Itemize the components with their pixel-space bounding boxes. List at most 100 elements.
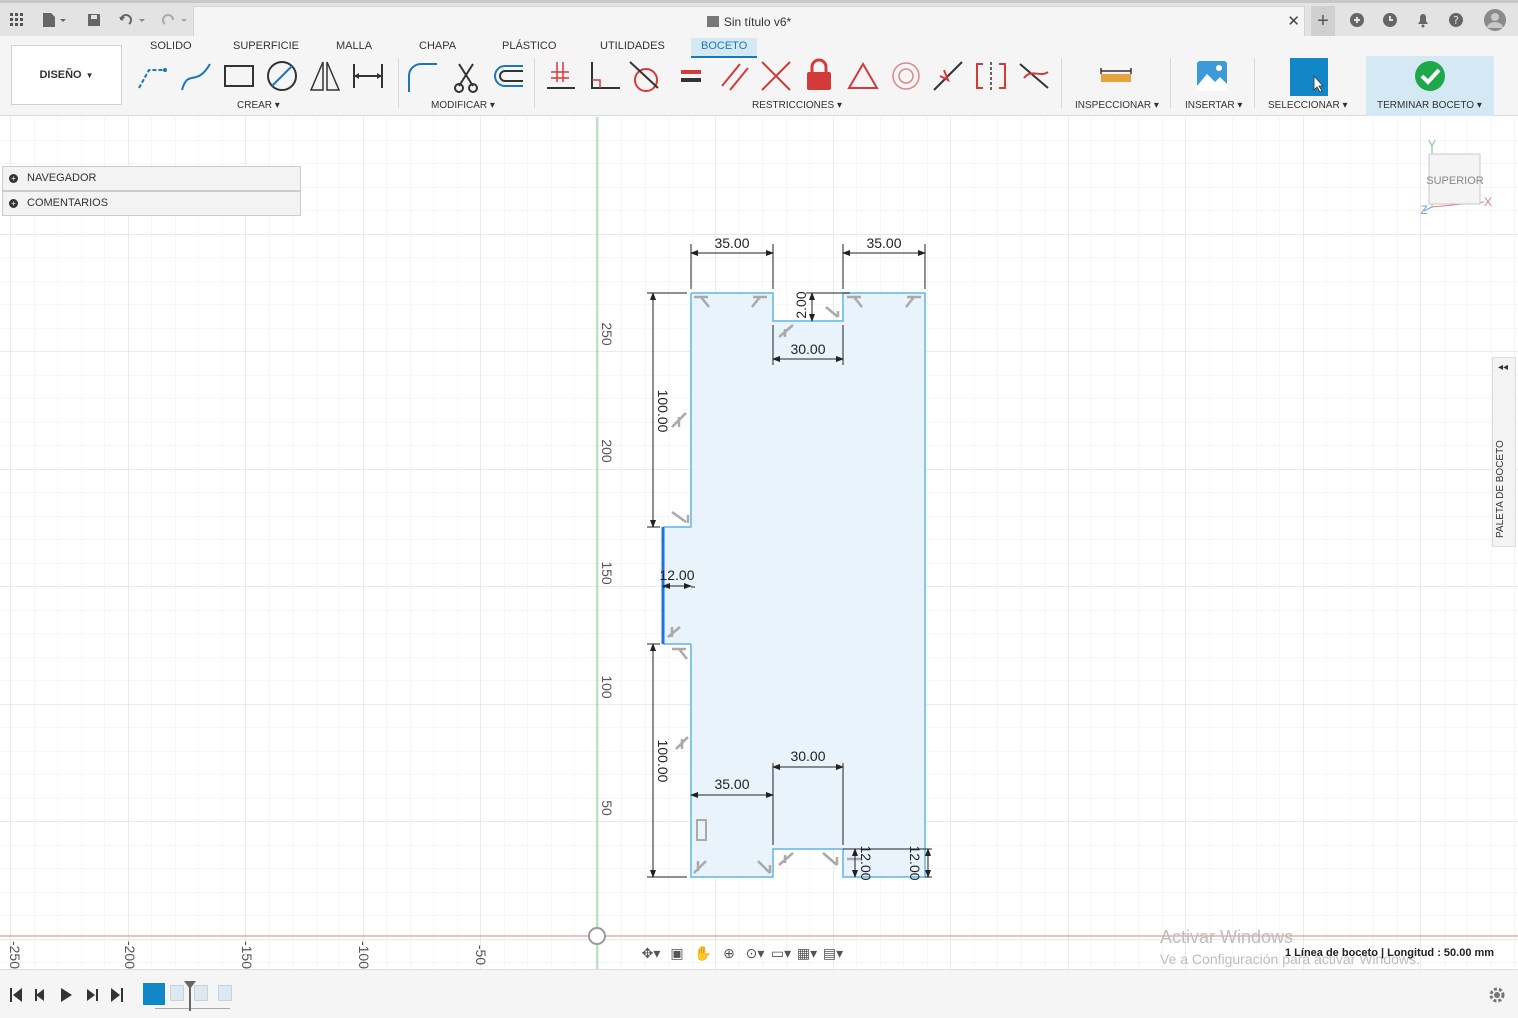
trim-tool-icon[interactable]: [449, 58, 485, 94]
group-constraints[interactable]: RESTRICCIONES ▾: [752, 100, 842, 111]
dim-bottom-left-width[interactable]: 35.00: [714, 776, 749, 792]
tab-plastic[interactable]: PLÁSTICO: [492, 38, 566, 58]
fix-constraint-lock-icon[interactable]: [801, 58, 837, 94]
parallel-constraint-icon[interactable]: [716, 58, 752, 94]
select-tool-icon[interactable]: [1290, 58, 1328, 96]
sketch-palette-collapsed[interactable]: ◂◂ PALETA DE BOCETO: [1492, 357, 1516, 547]
dim-top-notch-width[interactable]: 30.00: [790, 341, 825, 357]
help-icon[interactable]: ?: [1446, 9, 1466, 31]
go-to-end-icon[interactable]: [111, 988, 120, 1002]
dim-bottom-notch-width[interactable]: 30.00: [790, 748, 825, 764]
timeline-feature[interactable]: [218, 985, 232, 1001]
new-tab-icon[interactable]: +: [1311, 6, 1335, 36]
tab-mesh[interactable]: MALLA: [326, 38, 382, 58]
apps-grid-icon[interactable]: [6, 9, 28, 31]
fillet-tool-icon[interactable]: [403, 58, 439, 94]
tab-solid[interactable]: SOLIDO: [140, 38, 202, 58]
step-forward-icon[interactable]: [87, 989, 98, 1001]
sketch-profile[interactable]: [663, 293, 925, 877]
dim-top-notch-depth[interactable]: 2.00: [793, 291, 809, 318]
circle-tool-icon[interactable]: [264, 58, 300, 94]
toolbar-ribbon: DISEÑO ▼ SOLIDO SUPERFICIE MALLA CHAPA P…: [0, 36, 1518, 116]
dim-left-notch-depth[interactable]: 12.00: [659, 567, 694, 583]
midpoint-constraint-icon[interactable]: [930, 58, 966, 94]
symmetry-constraint-icon[interactable]: [973, 58, 1009, 94]
zoom-icon[interactable]: ⊕: [718, 945, 740, 962]
group-inspect-label: INSPECCIONAR: [1075, 100, 1152, 111]
dim-left-upper-height[interactable]: 100.00: [655, 390, 671, 433]
dim-bottom-right-depth[interactable]: 12.00: [907, 845, 923, 880]
go-to-end-icon[interactable]: [121, 988, 123, 1002]
finish-sketch-label-wrap: TERMINAR BOCETO ▾: [1377, 100, 1482, 111]
pan-hand-icon[interactable]: ✋: [692, 945, 714, 962]
offset-tool-icon[interactable]: [491, 58, 527, 94]
origin-point[interactable]: [588, 927, 606, 945]
browser-comments[interactable]: + COMENTARIOS: [2, 191, 301, 216]
mirror-tool-icon[interactable]: [307, 58, 343, 94]
spline-tool-icon[interactable]: [178, 58, 214, 94]
tab-sketch[interactable]: BOCETO: [691, 38, 758, 58]
notifications-icon[interactable]: [1413, 9, 1433, 31]
rectangle-tool-icon[interactable]: [221, 58, 257, 94]
measure-ruler-icon[interactable]: [1098, 58, 1134, 94]
concentric-constraint-icon[interactable]: [888, 58, 924, 94]
x-tick-label: -150: [239, 941, 255, 969]
line-tool-icon[interactable]: [135, 58, 171, 94]
timeline-sketch-feature[interactable]: [143, 983, 165, 1005]
grid-settings-icon[interactable]: ▦▾: [796, 945, 818, 962]
job-status-icon[interactable]: [1380, 9, 1400, 31]
fit-zoom-icon[interactable]: ⊙▾: [744, 945, 766, 962]
check-icon: [1415, 61, 1445, 91]
x-tick-label: -50: [473, 945, 489, 965]
undo-icon[interactable]: [116, 9, 148, 31]
dim-bottom-notch-depth[interactable]: 12.00: [858, 845, 874, 880]
timeline-feature[interactable]: [170, 985, 184, 1001]
orbit-icon[interactable]: ✥▾: [640, 945, 662, 962]
insert-image-icon[interactable]: [1194, 58, 1230, 94]
tab-surface[interactable]: SUPERFICIE: [223, 38, 309, 58]
tangent-constraint-icon[interactable]: [628, 58, 664, 94]
group-insert[interactable]: INSERTAR ▾: [1185, 100, 1242, 111]
coincident-constraint-icon[interactable]: [543, 58, 579, 94]
timeline-settings-gear-icon[interactable]: [1488, 986, 1506, 1004]
timeline-marker[interactable]: [183, 980, 197, 1012]
step-back-icon[interactable]: [35, 989, 44, 1001]
extensions-icon[interactable]: [1347, 9, 1367, 31]
expand-icon[interactable]: +: [9, 174, 18, 183]
sketch-dimension-icon[interactable]: [350, 58, 386, 94]
group-modify[interactable]: MODIFICAR ▾: [431, 100, 495, 111]
dim-left-lower-height[interactable]: 100.00: [655, 740, 671, 783]
close-tab-icon[interactable]: ✕: [1287, 12, 1300, 30]
group-create[interactable]: CREAR ▾: [237, 100, 280, 111]
document-tab[interactable]: Sin título v6* ✕: [193, 6, 1305, 36]
workspace-dropdown[interactable]: DISEÑO ▼: [11, 45, 122, 105]
expand-palette-icon[interactable]: ◂◂: [1498, 362, 1508, 373]
y-tick-label: 50: [599, 800, 615, 816]
canvas-svg[interactable]: 35.00 35.00 2.00 30.00 100.00 12.00 100.…: [0, 117, 1518, 969]
browser-navigator[interactable]: + NAVEGADOR: [2, 166, 301, 191]
save-icon[interactable]: [84, 9, 104, 31]
dim-top-left-width[interactable]: 35.00: [714, 235, 749, 251]
collinear-constraint-icon[interactable]: [758, 58, 794, 94]
play-icon[interactable]: [61, 988, 72, 1002]
curvature-constraint-icon[interactable]: [1016, 58, 1052, 94]
group-select[interactable]: SELECCIONAR ▾: [1268, 100, 1348, 111]
look-at-icon[interactable]: ▣: [666, 945, 688, 962]
redo-icon[interactable]: [158, 9, 190, 31]
go-to-start-icon[interactable]: [13, 988, 22, 1002]
tab-sheet-metal[interactable]: CHAPA: [409, 38, 466, 58]
perpendicular-constraint-icon[interactable]: [586, 58, 622, 94]
group-inspect[interactable]: INSPECCIONAR ▾: [1075, 100, 1159, 111]
display-settings-icon[interactable]: ▭▾: [770, 945, 792, 962]
user-avatar-icon[interactable]: [1482, 9, 1508, 31]
go-to-start-icon[interactable]: [10, 988, 12, 1002]
finish-sketch-button[interactable]: TERMINAR BOCETO ▾: [1366, 56, 1494, 116]
file-menu-icon[interactable]: [38, 9, 70, 31]
viewports-icon[interactable]: ▤▾: [822, 945, 844, 962]
equal-constraint-icon[interactable]: [673, 58, 709, 94]
sketch-canvas[interactable]: 35.00 35.00 2.00 30.00 100.00 12.00 100.…: [0, 117, 1518, 969]
tab-utilities[interactable]: UTILIDADES: [590, 38, 675, 58]
expand-icon[interactable]: +: [9, 199, 18, 208]
dim-top-right-width[interactable]: 35.00: [866, 235, 901, 251]
triangle-constraint-icon[interactable]: [845, 58, 881, 94]
